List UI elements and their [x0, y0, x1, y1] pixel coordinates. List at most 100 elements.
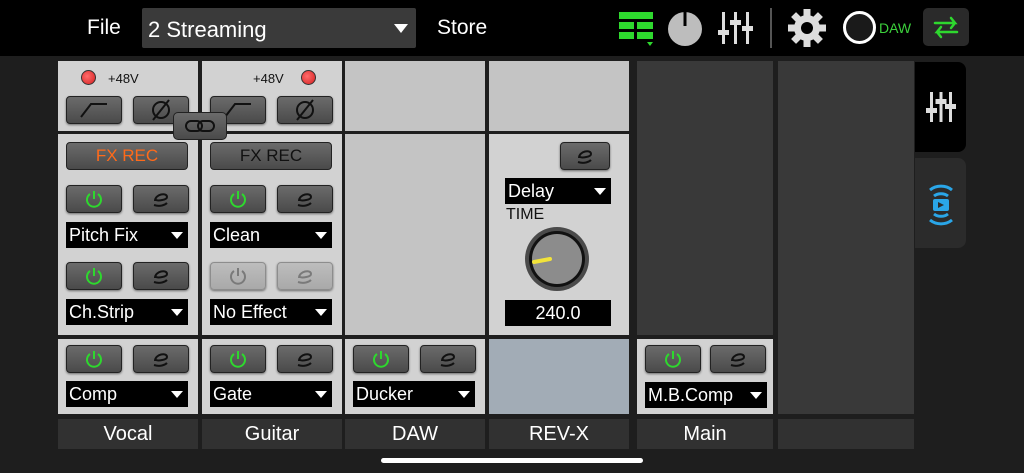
power-icon	[665, 351, 681, 368]
power-button[interactable]	[210, 185, 266, 213]
edit-button[interactable]	[277, 185, 333, 213]
chevron-down-icon	[171, 309, 183, 316]
streaming-tab[interactable]	[915, 158, 966, 248]
store-button[interactable]: Store	[437, 16, 487, 40]
channel-name-guitar[interactable]: Guitar	[202, 419, 342, 449]
power-icon	[86, 268, 102, 285]
power-button[interactable]	[353, 345, 409, 373]
edit-button[interactable]	[420, 345, 476, 373]
edit-button[interactable]	[277, 262, 333, 290]
channel-name-main[interactable]: Main	[637, 419, 773, 449]
phantom-label: +48V	[253, 71, 284, 86]
channel-name-label: Guitar	[244, 423, 300, 445]
channel-link-button[interactable]	[173, 112, 227, 140]
reverb-type-select[interactable]: Delay	[505, 178, 611, 204]
effect-select[interactable]: No Effect	[210, 299, 332, 325]
chevron-down-icon	[394, 24, 408, 33]
effect-select-value: Ch.Strip	[69, 302, 135, 322]
file-menu[interactable]: File	[87, 16, 121, 40]
fx-rec-button[interactable]: FX REC	[66, 142, 188, 170]
power-icon	[86, 191, 102, 208]
channel-name-label: Main	[683, 423, 727, 445]
phase-invert-icon	[296, 99, 314, 121]
param-value[interactable]: 240.0	[505, 300, 611, 326]
effect-select[interactable]: Ch.Strip	[66, 299, 188, 325]
scene-selector[interactable]: 2 Streaming	[142, 8, 416, 48]
edit-button[interactable]	[133, 185, 189, 213]
edit-button[interactable]	[710, 345, 766, 373]
edit-button[interactable]	[133, 262, 189, 290]
phantom-led[interactable]	[301, 70, 316, 85]
toolbar-divider	[770, 8, 772, 48]
param-label: TIME	[506, 206, 545, 223]
daw-fx-section	[345, 134, 485, 335]
channel-name-label: DAW	[392, 423, 438, 445]
effect-select[interactable]: Clean	[210, 222, 332, 248]
power-button[interactable]	[66, 345, 122, 373]
channel-name-daw[interactable]: DAW	[345, 419, 485, 449]
revx-fx-section: Delay TIME 240.0	[489, 134, 629, 335]
mixer-tab[interactable]	[915, 62, 966, 152]
gear-icon[interactable]	[786, 8, 828, 48]
power-icon	[86, 351, 102, 368]
dynamics-select[interactable]: Gate	[210, 381, 332, 407]
edit-icon	[297, 270, 313, 284]
scene-selector-value: 2 Streaming	[148, 17, 267, 42]
guitar-fx-section: FX REC Clean No Effect	[202, 134, 342, 335]
chevron-down-icon	[458, 391, 470, 398]
effect-select[interactable]: Pitch Fix	[66, 222, 188, 248]
high-pass-filter-icon	[80, 103, 107, 118]
chevron-down-icon	[750, 392, 762, 399]
daw-connection-indicator[interactable]	[843, 11, 876, 44]
edit-icon	[297, 193, 313, 207]
channel-name-label: Vocal	[103, 423, 153, 445]
edit-button[interactable]	[133, 345, 189, 373]
edit-icon	[153, 193, 169, 207]
time-knob[interactable]	[522, 224, 592, 294]
daw-label: DAW	[879, 20, 912, 36]
effect-select-value: Clean	[213, 225, 261, 245]
phantom-label: +48V	[108, 71, 139, 86]
dynamics-select[interactable]: M.B.Comp	[645, 382, 767, 408]
effect-select-value: No Effect	[213, 302, 287, 322]
hpf-button[interactable]	[66, 96, 122, 124]
meter-view-icon[interactable]	[617, 8, 655, 48]
mixer-area: +48V +48V FX REC Pitch Fix Ch.Strip FX R…	[0, 56, 1024, 473]
dynamics-select[interactable]: Ducker	[353, 381, 475, 407]
phase-button[interactable]	[277, 96, 333, 124]
guitar-dynamics-section: Gate	[202, 339, 342, 414]
mixer-view-icon[interactable]	[716, 8, 756, 48]
power-button[interactable]	[66, 185, 122, 213]
dynamics-select-value: Ducker	[356, 384, 414, 404]
vocal-fx-section: FX REC Pitch Fix Ch.Strip	[58, 134, 198, 335]
main-empty-section	[637, 61, 773, 335]
power-icon	[230, 351, 246, 368]
edit-icon	[153, 353, 169, 367]
edit-button[interactable]	[560, 142, 610, 170]
power-button[interactable]	[66, 262, 122, 290]
channel-name-vocal[interactable]: Vocal	[58, 419, 198, 449]
edit-icon	[153, 270, 169, 284]
edit-button[interactable]	[277, 345, 333, 373]
effect-select-value: Pitch Fix	[69, 225, 139, 245]
chevron-down-icon	[315, 232, 327, 239]
link-icon	[185, 120, 215, 132]
dynamics-select-value: Comp	[69, 384, 118, 404]
dynamics-select-value: M.B.Comp	[648, 385, 734, 405]
dynamics-select[interactable]: Comp	[66, 381, 188, 407]
knob-view-icon[interactable]	[666, 8, 704, 48]
revx-input-section	[489, 61, 629, 131]
chevron-down-icon	[315, 309, 327, 316]
reverb-type-value: Delay	[508, 181, 555, 201]
edit-icon	[440, 353, 456, 367]
chevron-down-icon	[171, 232, 183, 239]
home-indicator[interactable]	[381, 458, 643, 463]
power-button[interactable]	[645, 345, 701, 373]
power-button[interactable]	[210, 262, 266, 290]
phantom-led[interactable]	[81, 70, 96, 85]
daw-dynamics-section: Ducker	[345, 339, 485, 414]
sync-button[interactable]	[923, 8, 969, 46]
channel-name-revx[interactable]: REV-X	[489, 419, 629, 449]
fx-rec-button[interactable]: FX REC	[210, 142, 332, 170]
power-button[interactable]	[210, 345, 266, 373]
